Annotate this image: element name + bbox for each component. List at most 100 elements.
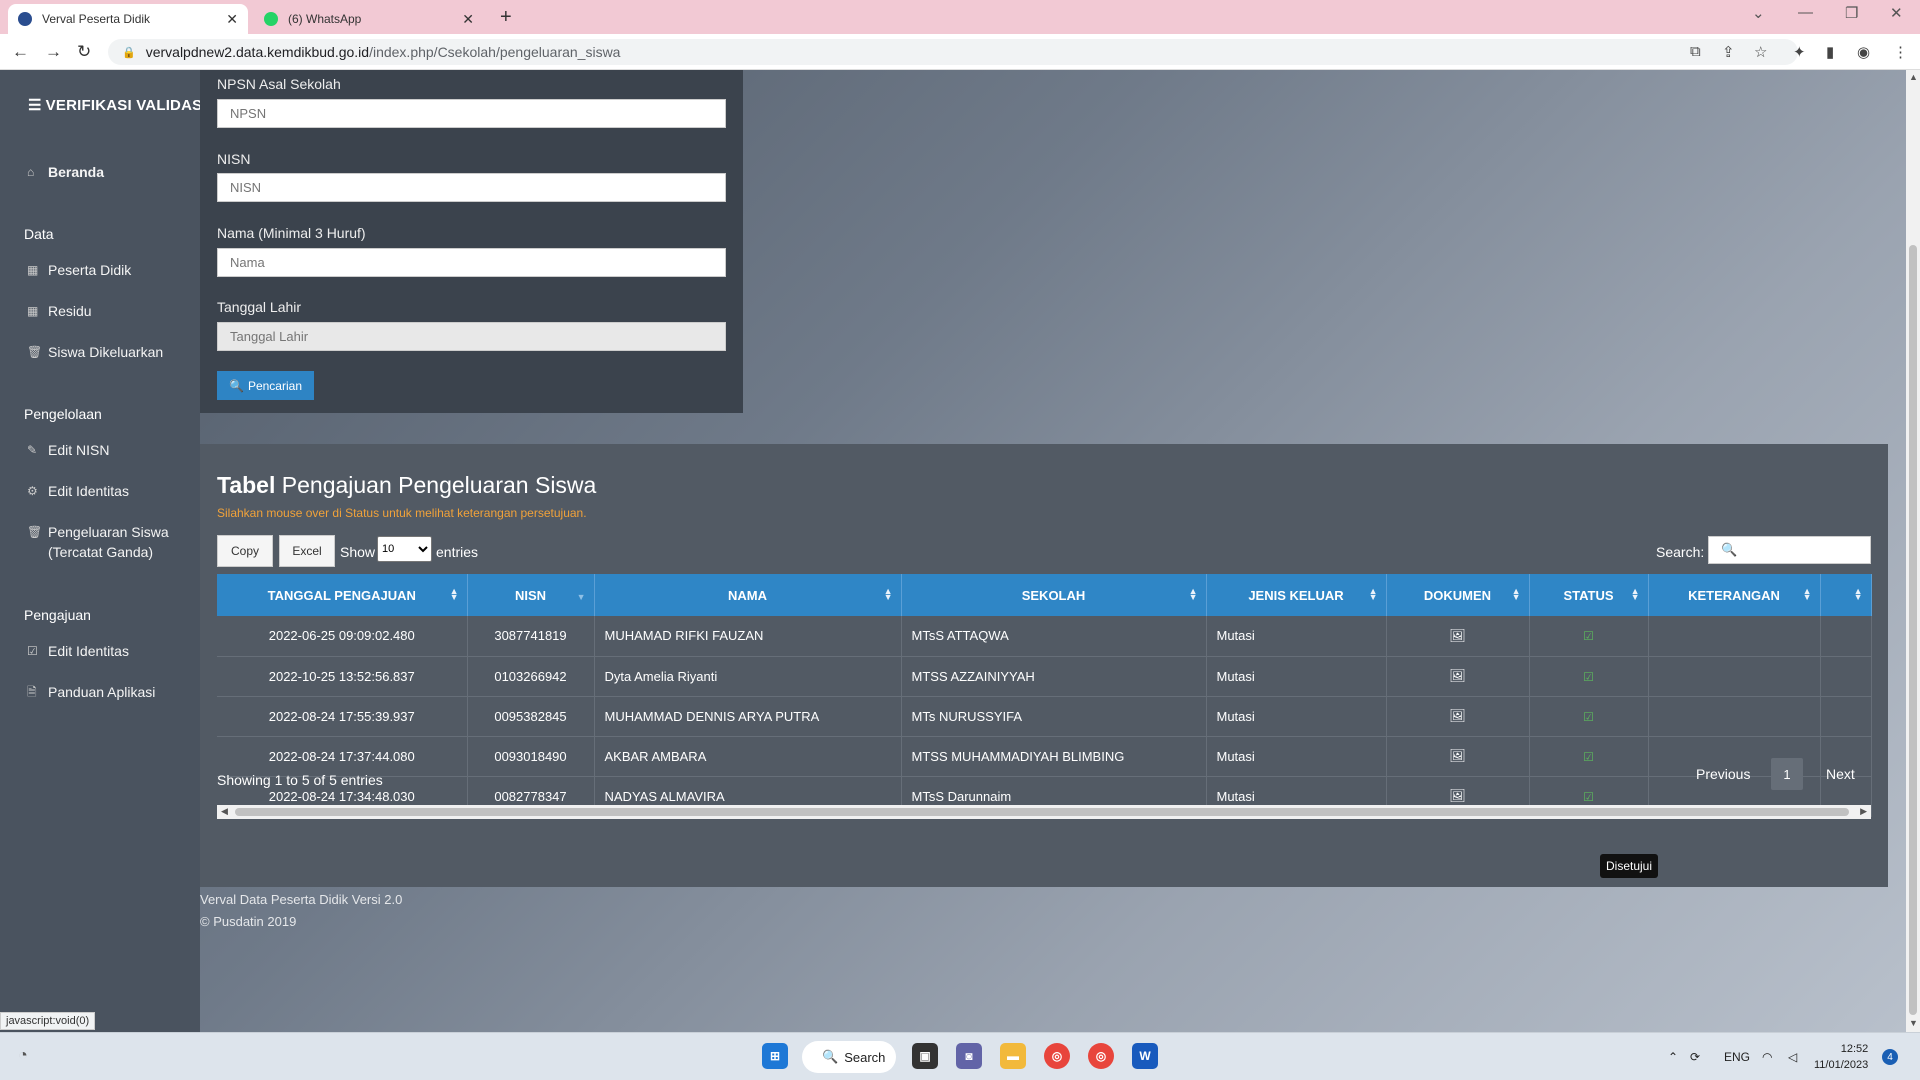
nisn-input[interactable] bbox=[217, 173, 726, 202]
search-icon: 🔍 bbox=[229, 378, 244, 393]
sidebar-heading-pengajuan: Pengajuan bbox=[24, 607, 91, 623]
image-icon[interactable]: 🖼 bbox=[1449, 628, 1466, 643]
tab-whatsapp[interactable]: (6) WhatsApp ✕ bbox=[254, 4, 484, 34]
extensions-icon[interactable]: ✦ bbox=[1793, 43, 1806, 61]
weather-icon[interactable]: ◔ bbox=[10, 1043, 36, 1069]
page-1-button[interactable]: 1 bbox=[1771, 758, 1803, 790]
language-indicator[interactable]: ENG bbox=[1724, 1050, 1750, 1064]
npsn-input[interactable] bbox=[217, 99, 726, 128]
close-window-icon[interactable]: ✕ bbox=[1890, 4, 1903, 22]
check-square-icon[interactable]: ☑ bbox=[1583, 710, 1594, 724]
sync-icon[interactable]: ⟳ bbox=[1690, 1050, 1700, 1064]
table-search-input[interactable]: 🔍 bbox=[1708, 536, 1871, 564]
scrollbar-thumb[interactable] bbox=[235, 808, 1849, 816]
copy-button[interactable]: Copy bbox=[217, 535, 273, 567]
nama-label: Nama (Minimal 3 Huruf) bbox=[217, 225, 366, 241]
status-bar-link: javascript:void(0) bbox=[0, 1012, 96, 1030]
share-icon[interactable]: ⇪ bbox=[1722, 43, 1735, 61]
chrome-profile-icon[interactable]: ◎ bbox=[1088, 1043, 1114, 1069]
notification-badge[interactable]: 4 bbox=[1882, 1049, 1898, 1065]
edit-icon: ✎ bbox=[27, 443, 38, 457]
col-extra[interactable]: ▲ ▼ bbox=[1820, 574, 1872, 616]
reload-icon[interactable]: ↻ bbox=[77, 42, 91, 62]
forward-icon[interactable]: → bbox=[45, 42, 62, 62]
sort-icon: ▲ ▼ bbox=[883, 586, 893, 602]
word-icon[interactable]: W bbox=[1132, 1043, 1158, 1069]
sidebar-item-peserta-didik[interactable]: ▦ Peserta Didik bbox=[27, 260, 131, 280]
sidebar-item-pengajuan-edit-identitas[interactable]: ☑ Edit Identitas bbox=[27, 641, 129, 661]
sidebar-item-pengeluaran-siswa[interactable]: 🗑 Pengeluaran Siswa (Tercatat Ganda) bbox=[27, 522, 177, 562]
col-label: NAMA bbox=[728, 587, 767, 603]
minimize-icon[interactable]: — bbox=[1798, 4, 1813, 21]
check-square-icon[interactable]: ☑ bbox=[1583, 670, 1594, 684]
url-field[interactable]: 🔒 vervalpdnew2.data.kemdikbud.go.id/inde… bbox=[108, 39, 1798, 65]
scroll-up-icon[interactable]: ▲ bbox=[1909, 72, 1918, 82]
next-page-button[interactable]: Next bbox=[1826, 766, 1855, 782]
col-nisn[interactable]: NISN ▼ bbox=[467, 574, 595, 616]
cell-keterangan bbox=[1648, 656, 1821, 697]
chevron-down-icon[interactable]: ⌄ bbox=[1752, 4, 1765, 22]
taskbar-search[interactable]: 🔍 Search bbox=[802, 1041, 896, 1073]
restore-icon[interactable]: ❐ bbox=[1845, 4, 1858, 22]
translate-icon[interactable]: ⧉ bbox=[1690, 43, 1701, 60]
vertical-scrollbar[interactable]: ▲ ▼ bbox=[1906, 70, 1920, 1032]
sidebar-item-beranda[interactable]: ⌂ Beranda bbox=[27, 162, 104, 182]
sidebar-item-panduan-aplikasi[interactable]: 🗎 Panduan Aplikasi bbox=[27, 682, 155, 702]
tab-verval[interactable]: Verval Peserta Didik ✕ bbox=[8, 4, 248, 34]
close-tab-icon[interactable]: ✕ bbox=[462, 11, 474, 28]
clock[interactable]: 12:52 11/01/2023 bbox=[1814, 1041, 1868, 1073]
check-square-icon[interactable]: ☑ bbox=[1583, 790, 1594, 804]
database-icon: ☰ bbox=[28, 97, 42, 114]
wifi-icon[interactable]: ◠ bbox=[1762, 1050, 1772, 1064]
new-tab-icon[interactable]: + bbox=[500, 6, 512, 29]
scroll-left-icon[interactable]: ◀ bbox=[221, 806, 228, 817]
sidebar-item-edit-identitas[interactable]: ⚙ Edit Identitas bbox=[27, 481, 129, 501]
file-explorer-icon[interactable]: ▬ bbox=[1000, 1043, 1026, 1069]
close-tab-icon[interactable]: ✕ bbox=[226, 11, 238, 28]
previous-page-button[interactable]: Previous bbox=[1696, 766, 1750, 782]
cell-nisn: 0095382845 bbox=[467, 696, 595, 737]
check-square-icon[interactable]: ☑ bbox=[1583, 750, 1594, 764]
col-tanggal-pengajuan[interactable]: TANGGAL PENGAJUAN ▲ ▼ bbox=[217, 574, 468, 616]
back-icon[interactable]: ← bbox=[12, 42, 29, 62]
horizontal-scrollbar[interactable]: ◀ ▶ bbox=[217, 805, 1871, 819]
sidebar-item-residu[interactable]: ▦ Residu bbox=[27, 301, 92, 321]
taskbar: ◔ ⊞ 🔍 Search ▣ ◙ ▬ ◎ ◎ W ⌃ ⟳ ENG ◠ ◁ 12:5… bbox=[0, 1032, 1920, 1080]
profile-avatar-icon[interactable]: ◉ bbox=[1857, 43, 1870, 61]
col-keterangan[interactable]: KETERANGAN ▲ ▼ bbox=[1648, 574, 1821, 616]
col-dokumen[interactable]: DOKUMEN ▲ ▼ bbox=[1386, 574, 1530, 616]
image-icon[interactable]: 🖼 bbox=[1449, 748, 1466, 763]
scroll-right-icon[interactable]: ▶ bbox=[1860, 806, 1867, 817]
image-icon[interactable]: 🖼 bbox=[1449, 668, 1466, 683]
col-sekolah[interactable]: SEKOLAH ▲ ▼ bbox=[901, 574, 1207, 616]
chevron-up-icon[interactable]: ⌃ bbox=[1668, 1050, 1678, 1064]
volume-icon[interactable]: ◁ bbox=[1788, 1050, 1797, 1064]
task-view-icon[interactable]: ▣ bbox=[912, 1043, 938, 1069]
col-status[interactable]: STATUS ▲ ▼ bbox=[1529, 574, 1649, 616]
excel-button[interactable]: Excel bbox=[279, 535, 335, 567]
table-row: 2022-08-24 17:37:44.080 0093018490 AKBAR… bbox=[217, 736, 1872, 777]
brand-logo[interactable]: ☰ VERIFIKASI VALIDASI bbox=[28, 96, 207, 114]
cell-status: ☑ bbox=[1529, 696, 1649, 737]
sidebar-item-label: Peserta Didik bbox=[48, 262, 132, 278]
col-nama[interactable]: NAMA ▲ ▼ bbox=[594, 574, 902, 616]
sidebar-item-siswa-dikeluarkan[interactable]: 🗑 Siswa Dikeluarkan bbox=[27, 342, 163, 362]
image-icon[interactable]: 🖼 bbox=[1449, 788, 1466, 803]
image-icon[interactable]: 🖼 bbox=[1449, 708, 1466, 723]
scroll-down-icon[interactable]: ▼ bbox=[1909, 1018, 1918, 1028]
scrollbar-thumb[interactable] bbox=[1909, 245, 1917, 1015]
check-square-icon[interactable]: ☑ bbox=[1583, 629, 1594, 643]
windows-start-icon[interactable]: ⊞ bbox=[762, 1043, 788, 1069]
pencarian-button[interactable]: 🔍 Pencarian bbox=[217, 371, 314, 400]
nama-input[interactable] bbox=[217, 248, 726, 277]
menu-kebab-icon[interactable]: ⋮ bbox=[1893, 43, 1908, 61]
entries-select[interactable]: 10 bbox=[377, 536, 432, 562]
sidebar-item-edit-nisn[interactable]: ✎ Edit NISN bbox=[27, 440, 109, 460]
tab-title: (6) WhatsApp bbox=[288, 12, 362, 26]
side-panel-icon[interactable]: ▮ bbox=[1826, 43, 1834, 61]
tanggal-lahir-input[interactable] bbox=[217, 322, 726, 351]
bookmark-star-icon[interactable]: ☆ bbox=[1754, 43, 1767, 61]
chrome-icon[interactable]: ◎ bbox=[1044, 1043, 1070, 1069]
col-jenis-keluar[interactable]: JENIS KELUAR ▲ ▼ bbox=[1206, 574, 1387, 616]
teams-chat-icon[interactable]: ◙ bbox=[956, 1043, 982, 1069]
